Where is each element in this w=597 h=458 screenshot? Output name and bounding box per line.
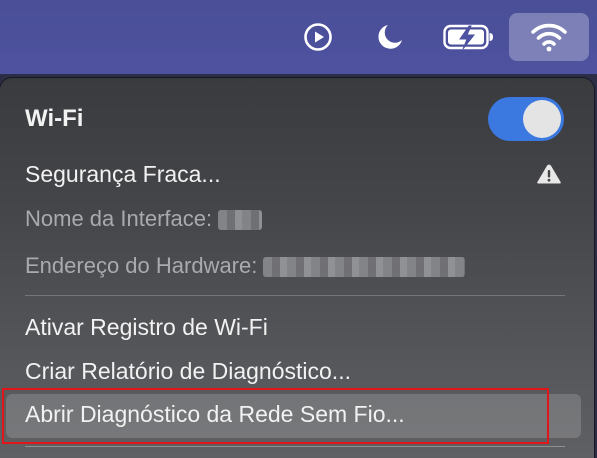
hardware-address-redacted	[263, 257, 466, 278]
interface-name-row: Nome da Interface:	[25, 206, 263, 232]
enable-wifi-logging-item[interactable]: Ativar Registro de Wi-Fi	[25, 314, 268, 341]
wifi-icon[interactable]	[509, 13, 589, 61]
interface-name-label: Nome da Interface:	[25, 206, 213, 231]
warning-icon	[536, 163, 562, 190]
hardware-address-label: Endereço do Hardware:	[25, 253, 258, 278]
battery-charging-icon[interactable]	[441, 18, 497, 56]
hardware-address-row: Endereço do Hardware:	[25, 253, 466, 279]
interface-name-redacted	[218, 210, 263, 231]
play-circle-icon[interactable]	[300, 18, 336, 56]
wifi-title: Wi-Fi	[25, 105, 84, 132]
network-weak-security-item[interactable]: Segurança Fraca...	[25, 161, 221, 188]
moon-icon[interactable]	[372, 18, 408, 56]
menu-divider	[25, 295, 565, 296]
menu-bar	[0, 0, 597, 74]
wifi-toggle[interactable]	[488, 97, 564, 141]
annotation-box	[2, 388, 549, 444]
toggle-knob	[523, 100, 561, 138]
menu-divider	[25, 446, 565, 447]
create-diagnostic-report-item[interactable]: Criar Relatório de Diagnóstico...	[25, 358, 351, 385]
wifi-menu-panel: Wi-Fi Segurança Fraca... Nome da Interfa…	[0, 78, 594, 458]
